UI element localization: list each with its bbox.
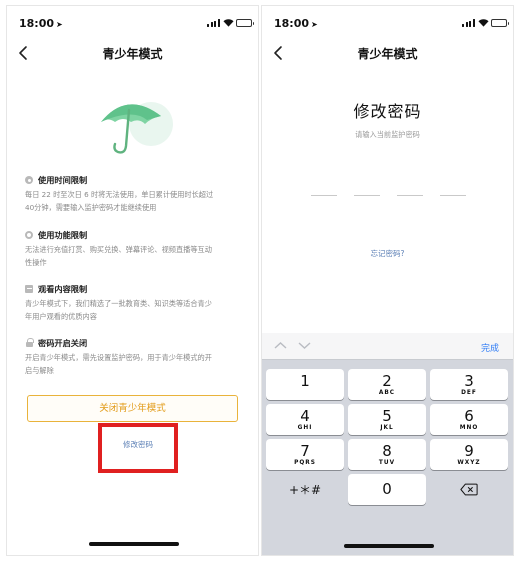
nav-bar: 青少年模式 [262,34,513,72]
status-bar: 18:00 ➤ [7,6,258,34]
status-time: 18:00 ➤ [274,17,318,30]
content-limit-section: 观看内容限制 青少年模式下，我们精选了一批教育类、知识类等适合青少 年用户观看的… [25,282,240,323]
umbrella-icon [101,102,173,154]
delete-key[interactable] [430,474,508,505]
section-title: 使用功能限制 [38,230,88,240]
close-teen-mode-button[interactable]: 关闭青少年模式 [27,395,238,422]
battery-icon [236,19,254,27]
backspace-icon [460,483,478,496]
change-password-link[interactable]: 修改密码 [98,439,178,450]
key-symbols[interactable]: +＊# [266,474,344,505]
status-time: 18:00 ➤ [19,17,63,30]
wifi-icon [478,19,489,27]
done-button[interactable]: 完成 [481,341,499,354]
password-hint: 请输入当前监护密码 [355,130,420,139]
key-9[interactable]: 9 WXYZ [430,439,508,470]
change-password-screen: 18:00 ➤ 青少年模式 修改密码 请输入当前监护密码 忘记密码? 完成 1 2… [261,5,514,556]
password-section: 密码开启关闭 开启青少年模式，需先设置监护密码，用于青少年模式的开 启与解除 [25,336,240,377]
pin-input[interactable] [311,195,467,197]
key-5[interactable]: 5 JKL [348,404,426,435]
section-title: 密码开启关闭 [38,338,88,348]
home-indicator [344,544,434,548]
numeric-keyboard: 完成 1 2 ABC 3 DEF 4 GHI 5 JKL 6 MNO 7 PQRS 8 TUV… [262,333,513,555]
signal-icon [207,19,220,27]
section-title: 观看内容限制 [38,284,88,294]
key-1[interactable]: 1 [266,369,344,400]
page-title: 青少年模式 [357,47,418,61]
time-limit-section: 使用时间限制 每日 22 时至次日 6 时将无法使用，单日累计使用时长超过 40… [25,173,240,214]
clock-icon [25,176,33,184]
location-arrow-icon: ➤ [311,20,318,29]
key-3[interactable]: 3 DEF [430,369,508,400]
page-title: 青少年模式 [102,47,163,61]
section-body: 每日 22 时至次日 6 时将无法使用，单日累计使用时长超过 40分钟，需要输入… [25,190,214,212]
location-arrow-icon: ➤ [56,20,63,29]
home-indicator [89,542,179,546]
password-heading: 修改密码 [353,102,422,121]
forgot-password-link[interactable]: 忘记密码? [262,248,513,259]
wifi-icon [223,19,234,27]
chevron-down-icon[interactable] [298,339,311,352]
chevron-up-icon[interactable] [274,339,287,352]
feature-limit-section: 使用功能限制 无法进行充值打赏、购买兑换、弹幕评论、视频直播等互动 性操作 [25,228,240,269]
content-icon [25,285,33,293]
key-4[interactable]: 4 GHI [266,404,344,435]
key-6[interactable]: 6 MNO [430,404,508,435]
teen-mode-screen: 18:00 ➤ 青少年模式 使用时间限制 每日 22 时至次日 6 时将无法使用，… [6,5,259,556]
section-body: 无法进行充值打赏、购买兑换、弹幕评论、视频直播等互动 性操作 [25,245,212,267]
settings-icon [25,231,33,239]
key-0[interactable]: 0 [348,474,426,505]
signal-icon [462,19,475,27]
status-bar: 18:00 ➤ [262,6,513,34]
section-body: 青少年模式下，我们精选了一批教育类、知识类等适合青少 年用户观看的优质内容 [25,299,212,321]
nav-bar: 青少年模式 [7,34,258,72]
section-body: 开启青少年模式，需先设置监护密码，用于青少年模式的开 启与解除 [25,353,212,375]
key-2[interactable]: 2 ABC [348,369,426,400]
battery-icon [491,19,509,27]
key-8[interactable]: 8 TUV [348,439,426,470]
lock-icon [25,338,34,347]
keyboard-toolbar: 完成 [262,333,513,360]
section-title: 使用时间限制 [38,175,88,185]
key-7[interactable]: 7 PQRS [266,439,344,470]
